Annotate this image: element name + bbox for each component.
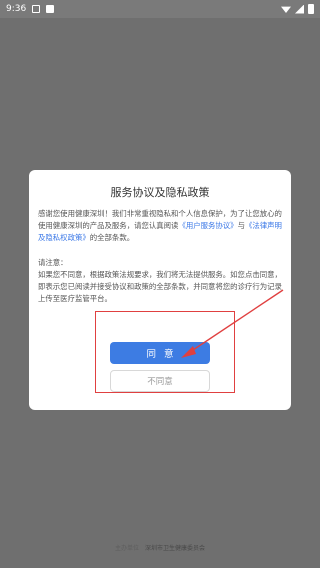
intro-text-end: 的全部条款。 bbox=[89, 233, 135, 243]
image-notification-icon bbox=[32, 5, 41, 13]
note-label: 请注意： bbox=[38, 257, 68, 267]
intro-paragraph: 感谢您使用健康深圳！我们非常重视隐私和个人信息保护，为了让您放心的使用健康深圳的… bbox=[38, 208, 284, 245]
dialog-body: 感谢您使用健康深圳！我们非常重视隐私和个人信息保护，为了让您放心的使用健康深圳的… bbox=[38, 208, 284, 305]
footer: 主办单位 深圳市卫生健康委员会 bbox=[0, 543, 320, 552]
annotation-highlight-box bbox=[95, 311, 235, 393]
user-agreement-link[interactable]: 《用户服务协议》 bbox=[178, 221, 237, 230]
dialog-title: 服务协议及隐私政策 bbox=[110, 186, 210, 199]
signal-icon bbox=[295, 4, 304, 14]
and-text: 与 bbox=[237, 221, 245, 231]
footer-label: 主办单位 bbox=[115, 545, 140, 552]
app-notification-icon bbox=[46, 5, 55, 13]
status-time: 9:36 bbox=[6, 4, 27, 14]
wifi-icon bbox=[281, 6, 291, 13]
status-bar: 9:36 bbox=[0, 0, 320, 18]
note-paragraph: 如果您不同意，根据政策法规要求，我们将无法提供服务。如您点击同意，即表示您已阅读… bbox=[38, 269, 282, 304]
footer-org: 深圳市卫生健康委员会 bbox=[144, 545, 205, 552]
battery-icon bbox=[308, 4, 314, 14]
